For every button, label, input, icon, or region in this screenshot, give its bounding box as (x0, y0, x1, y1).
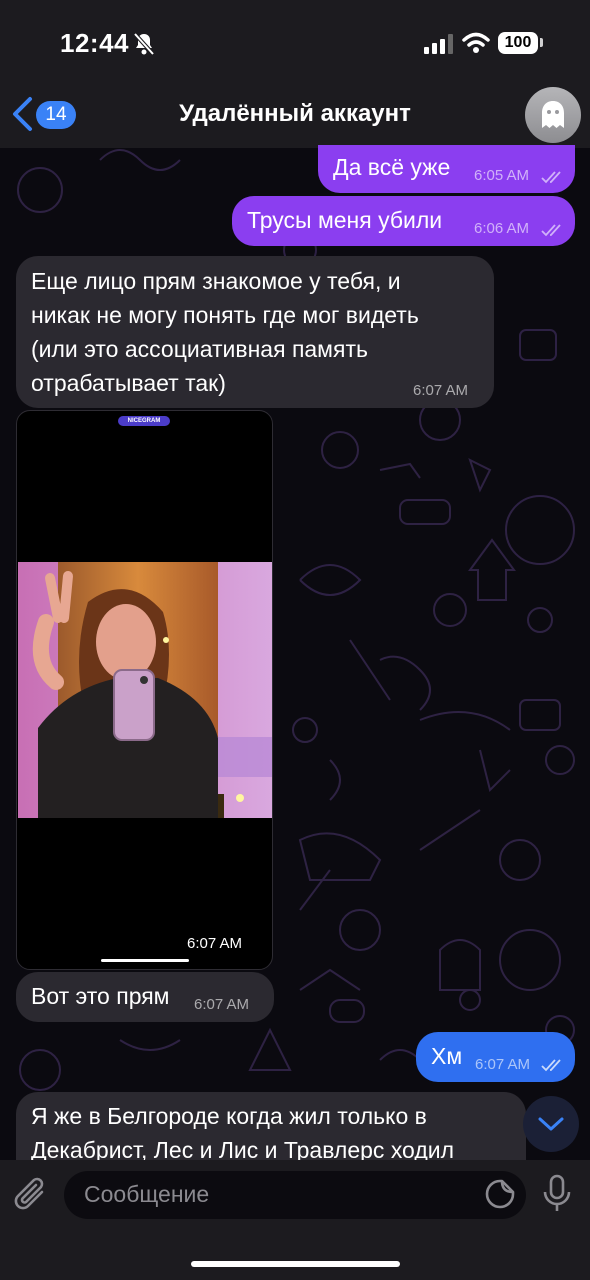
wifi-icon (462, 32, 490, 53)
scroll-to-bottom-button[interactable] (523, 1096, 579, 1152)
double-check-icon (541, 224, 561, 237)
paperclip-icon[interactable] (14, 1176, 50, 1214)
avatar[interactable] (525, 87, 581, 143)
chat-title[interactable]: Удалённый аккаунт (0, 100, 590, 128)
message-line: отрабатывает так) (31, 370, 226, 396)
battery-indicator: 100 (498, 32, 538, 54)
chevron-down-icon (538, 1117, 564, 1131)
video-progress-bar (101, 959, 189, 962)
status-time: 12:44 (60, 28, 129, 58)
message-text: Вот это прям (31, 983, 170, 1009)
home-indicator[interactable] (191, 1261, 400, 1267)
message-text: Трусы меня убили (247, 207, 443, 233)
ghost-icon (542, 101, 564, 128)
nicegram-badge: NICEGRAM (118, 416, 170, 426)
sticker-icon[interactable] (484, 1178, 516, 1210)
message-time: 6:06 AM (474, 220, 530, 237)
battery-nub (540, 38, 543, 47)
message-time: 6:07 AM (194, 996, 250, 1013)
message-text: Да всё уже (333, 154, 451, 180)
message-time: 6:07 AM (475, 1056, 531, 1073)
microphone-icon[interactable] (542, 1174, 572, 1214)
message-line: (или это ассоциативная память (31, 336, 368, 362)
message-time: 6:07 AM (413, 382, 469, 399)
photo-time: 6:07 AM (187, 935, 243, 952)
bell-slash-icon (133, 32, 155, 56)
message-placeholder: Сообщение (84, 1181, 210, 1207)
message-time: 6:05 AM (474, 167, 530, 184)
double-check-icon (541, 1059, 561, 1072)
double-check-icon (541, 171, 561, 184)
signal-icon (424, 34, 453, 54)
message-text: Хм (431, 1043, 463, 1069)
message-line: Еще лицо прям знакомое у тебя, и (31, 268, 401, 294)
message-line: никак не могу понять где мог видеть (31, 302, 419, 328)
selfie-photo[interactable] (18, 562, 272, 818)
message-line: Я же в Белгороде когда жил только в (31, 1103, 427, 1129)
